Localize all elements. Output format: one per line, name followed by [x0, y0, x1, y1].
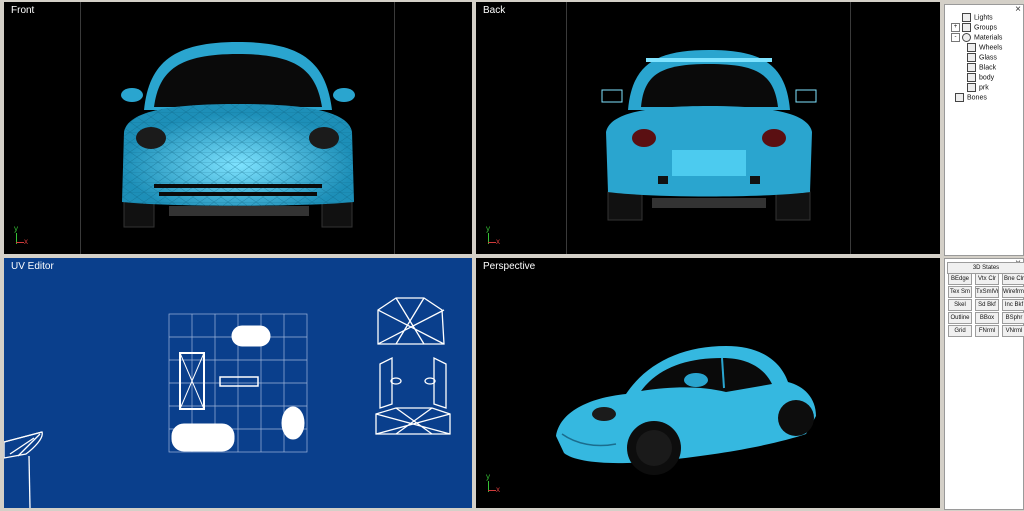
front-viewport[interactable]: Front y x	[4, 2, 472, 254]
front-axis-y-label: y	[14, 224, 18, 233]
expand-icon[interactable]: +	[951, 23, 960, 32]
tree-item-wheels[interactable]: Wheels	[951, 43, 1002, 53]
scene-tree-close-icon[interactable]: ×	[1015, 4, 1021, 15]
material-icon	[962, 33, 971, 42]
state-fnrml-button[interactable]: FNrml	[975, 325, 999, 337]
collapse-icon[interactable]: -	[951, 33, 960, 42]
material-swatch-icon	[967, 83, 976, 92]
perspective-axis-x-label: x	[496, 485, 500, 494]
state-bsphr-button[interactable]: BSphr	[1002, 312, 1024, 324]
tree-item-prk[interactable]: prk	[951, 83, 1002, 93]
uv-layout-wireframe	[4, 297, 451, 508]
uv-editor-viewport[interactable]: UV Editor	[4, 258, 472, 508]
state-inc-bkf-button[interactable]: Inc Bkf	[1002, 299, 1024, 311]
back-viewport[interactable]: Back y x	[476, 2, 940, 254]
state-vtx-clr-button[interactable]: Vtx Clr	[975, 273, 999, 285]
back-axis-y-label: y	[486, 224, 490, 233]
state-tex-sm-button[interactable]: Tex Sm	[948, 286, 972, 298]
tree-item-lights[interactable]: Lights	[951, 13, 1002, 23]
state-sd-bkf-button[interactable]: Sd Bkf	[975, 299, 999, 311]
tree-item-body[interactable]: body	[951, 73, 1002, 83]
tree-item-glass[interactable]: Glass	[951, 53, 1002, 63]
back-axis-gizmo: y x	[484, 224, 504, 246]
front-axis-x-label: x	[24, 237, 28, 246]
material-swatch-icon	[967, 53, 976, 62]
perspective-axis-gizmo: y x	[484, 472, 504, 494]
perspective-axis-y-label: y	[486, 472, 490, 481]
tree-item-groups[interactable]: + Groups	[951, 23, 1002, 33]
state-wireframe-button[interactable]: Wirefrme	[1002, 286, 1024, 298]
state-vnrml-button[interactable]: VNrml	[1002, 325, 1024, 337]
texture-icon	[967, 43, 976, 52]
material-swatch-icon	[967, 63, 976, 72]
state-txsmlvr-button[interactable]: TxSmlVr	[975, 286, 999, 298]
tree-item-black[interactable]: Black	[951, 63, 1002, 73]
material-swatch-icon	[967, 73, 976, 82]
tree-item-bones[interactable]: Bones	[951, 93, 1002, 103]
light-icon	[962, 13, 971, 22]
state-skel-button[interactable]: Skel	[948, 299, 972, 311]
scene-tree: Lights + Groups - Materials Wheels Glass B…	[951, 13, 1002, 103]
car-back-model	[601, 50, 817, 221]
tree-item-materials[interactable]: - Materials	[951, 33, 1002, 43]
back-axis-x-label: x	[496, 237, 500, 246]
car-perspective-model	[556, 346, 816, 475]
state-bbox-button[interactable]: BBox	[975, 312, 999, 324]
front-axis-gizmo: y x	[12, 224, 32, 246]
scene-tree-panel: × Lights + Groups - Materials Wheels Glass…	[944, 4, 1024, 256]
car-front-model	[121, 42, 355, 228]
bone-icon	[955, 93, 964, 102]
state-outline-button[interactable]: Outline	[948, 312, 972, 324]
states-panel: × 3D States BEdge Vtx Clr Bne Clr Tex Sm…	[944, 258, 1024, 510]
state-grid-button[interactable]: Grid	[948, 325, 972, 337]
states-button-grid: BEdge Vtx Clr Bne Clr Tex Sm TxSmlVr Wir…	[948, 273, 1024, 337]
group-icon	[962, 23, 971, 32]
state-bne-clr-button[interactable]: Bne Clr	[1002, 273, 1024, 285]
state-bedge-button[interactable]: BEdge	[948, 273, 972, 285]
perspective-viewport[interactable]: Perspective y x	[476, 258, 940, 508]
